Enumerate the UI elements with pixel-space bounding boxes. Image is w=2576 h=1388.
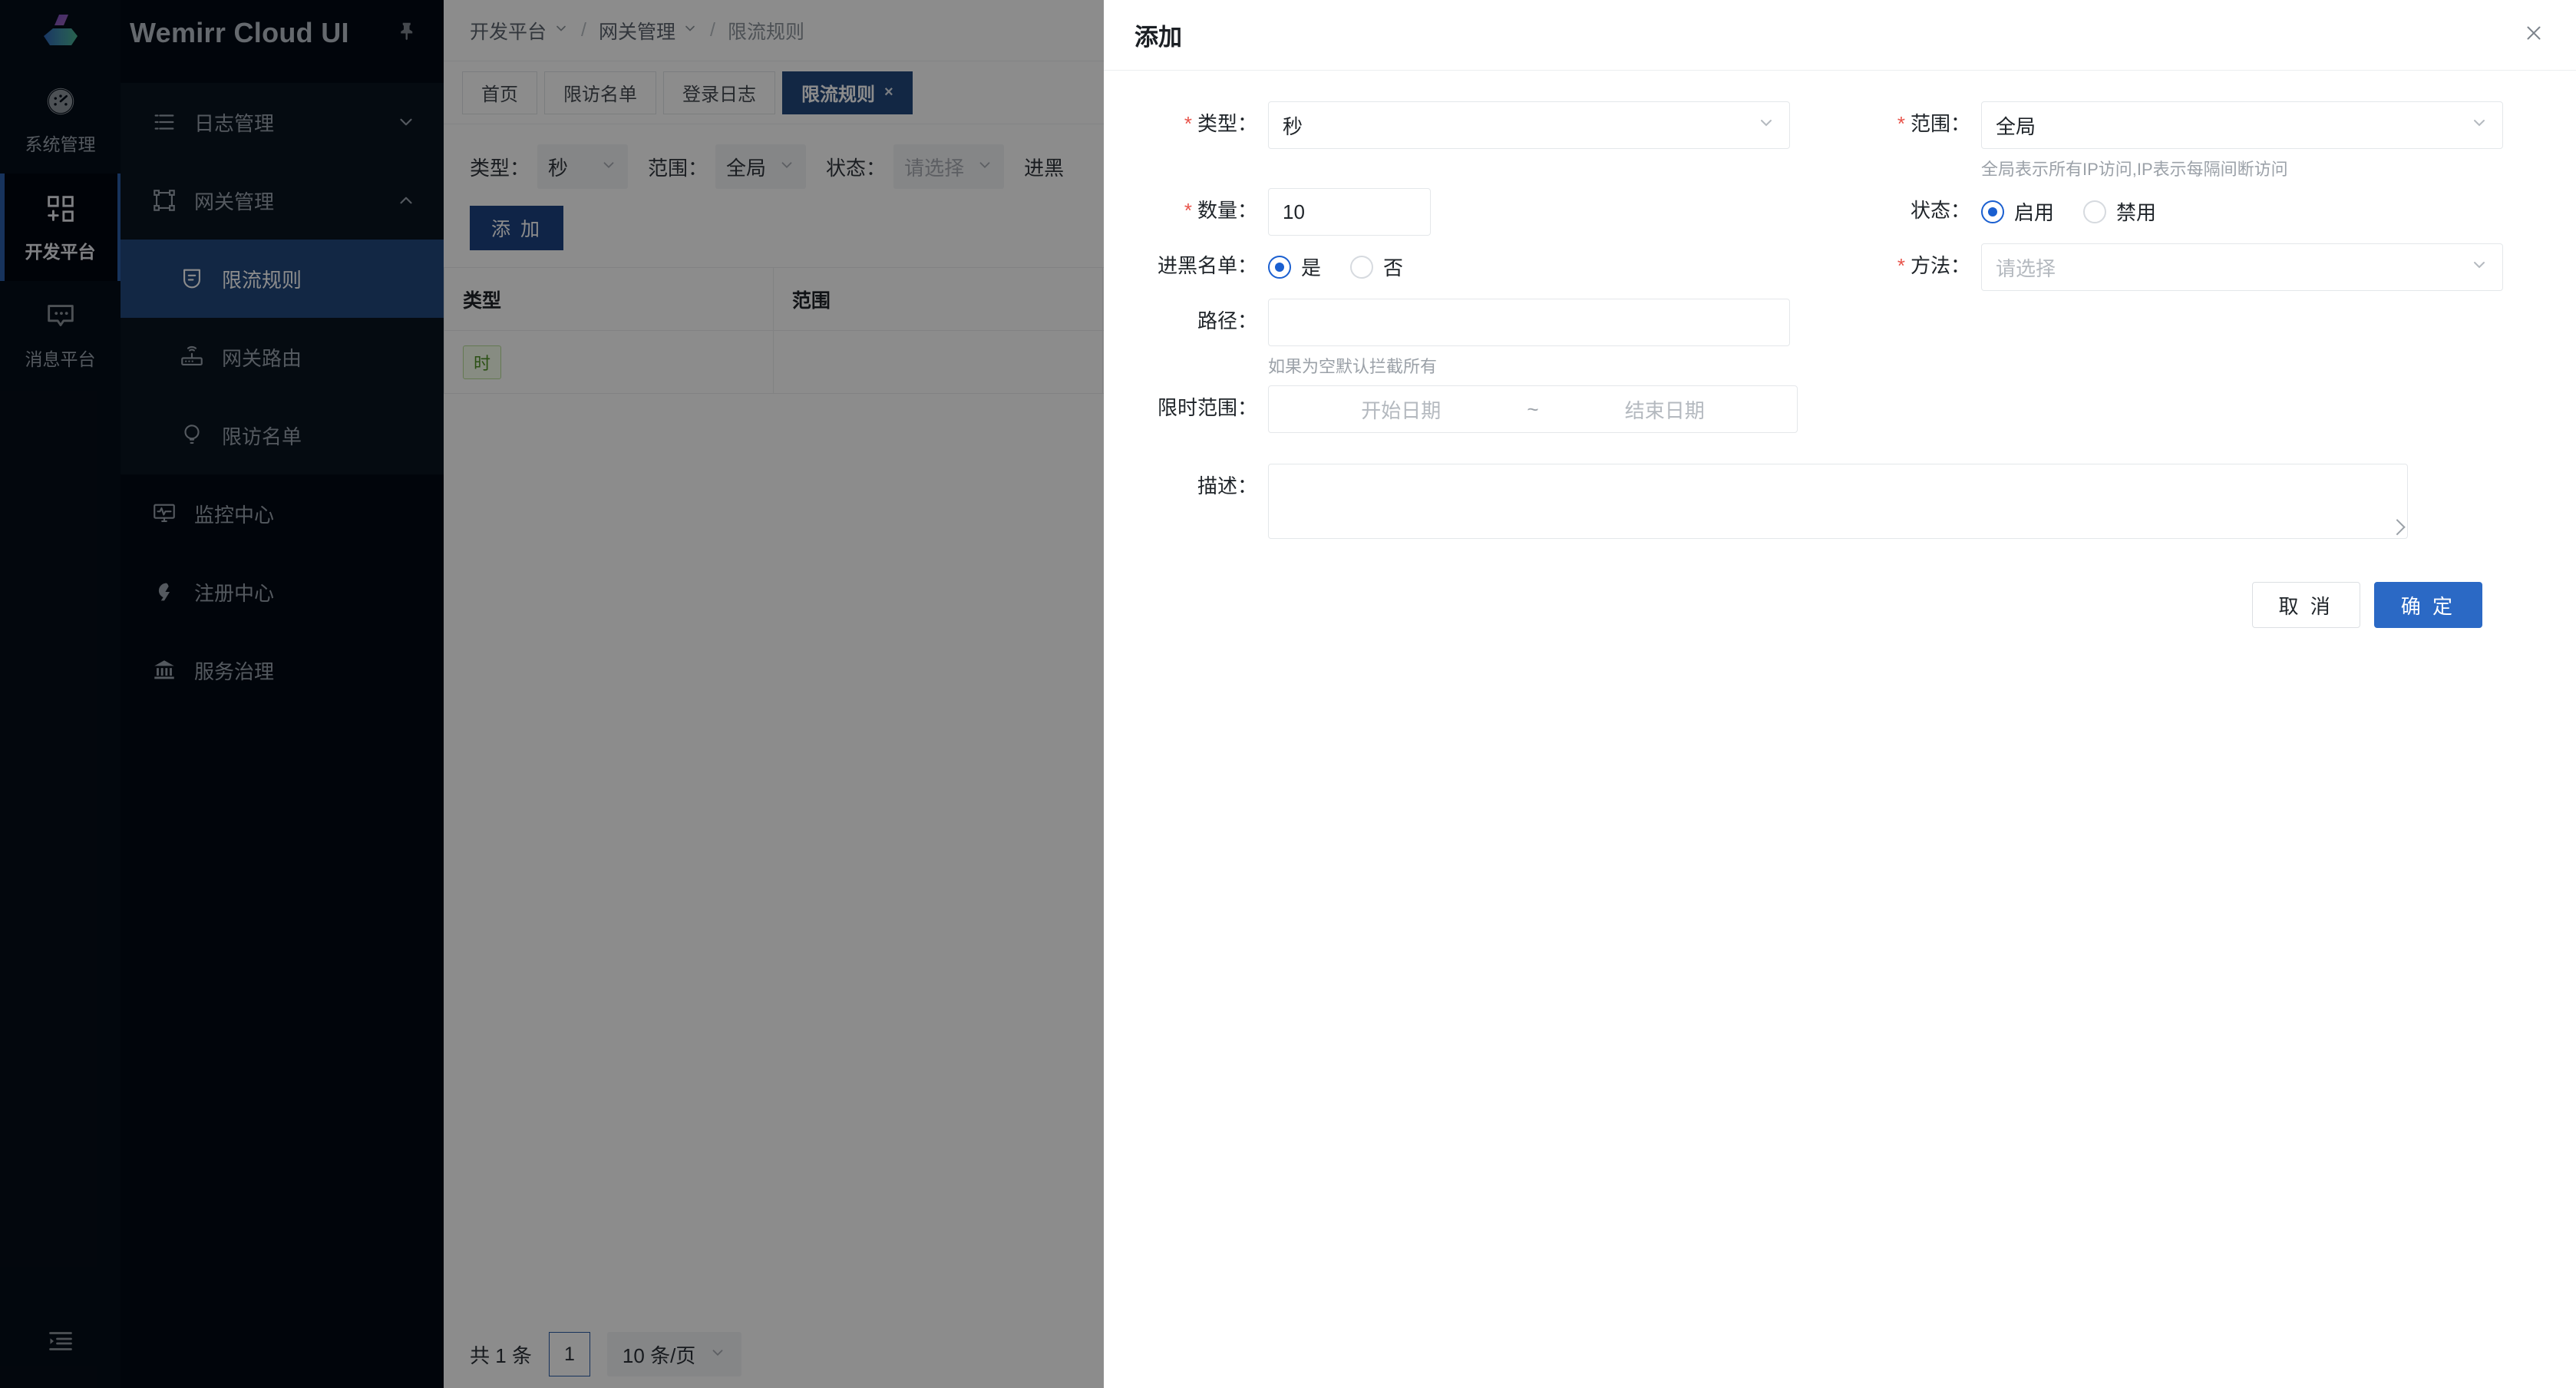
form-item-spacer	[1817, 299, 2530, 378]
form-item-method: 方法： 请选择	[1817, 243, 2530, 291]
type-select-value: 秒	[1283, 111, 1303, 140]
form-label-description: 描述：	[1104, 464, 1257, 539]
confirm-button[interactable]: 确 定	[2374, 582, 2482, 628]
close-button[interactable]	[2515, 14, 2553, 56]
form-label-blacklist: 进黑名单：	[1104, 243, 1257, 291]
dialog-footer: 取 消 确 定	[1104, 547, 2530, 628]
chevron-down-icon	[1757, 114, 1775, 137]
blacklist-radio-group: 是 否	[1268, 243, 1817, 281]
chevron-down-icon	[2470, 256, 2488, 279]
count-input[interactable]: 10	[1268, 188, 1431, 236]
form-item-path: 路径： 如果为空默认拦截所有	[1104, 299, 1817, 378]
description-textarea[interactable]	[1268, 464, 2408, 539]
dialog-body: 类型： 秒 范围： 全局	[1104, 71, 2576, 1388]
radio-dot-icon	[2083, 200, 2106, 223]
form-label-time-range: 限时范围：	[1104, 385, 1257, 433]
form-label-path: 路径：	[1104, 299, 1257, 378]
cancel-button[interactable]: 取 消	[2252, 582, 2360, 628]
form-item-time-range: 限时范围： 开始日期 ~ 结束日期	[1104, 385, 1817, 433]
blacklist-radio-yes[interactable]: 是	[1268, 253, 1321, 281]
form-label-status: 状态：	[1817, 188, 1970, 236]
dialog-title: 添加	[1134, 18, 2515, 52]
method-select[interactable]: 请选择	[1981, 243, 2503, 291]
scope-select[interactable]: 全局	[1981, 101, 2503, 149]
status-radio-enabled-label: 启用	[2014, 197, 2054, 226]
end-date-placeholder[interactable]: 结束日期	[1547, 395, 1783, 424]
form-item-blacklist: 进黑名单： 是 否	[1104, 243, 1817, 291]
date-range-separator: ~	[1519, 398, 1546, 421]
form-item-description: 描述：	[1104, 464, 2530, 539]
form-label-count: 数量：	[1104, 188, 1257, 236]
status-radio-group: 启用 禁用	[1981, 188, 2530, 226]
form-item-type: 类型： 秒	[1104, 101, 1817, 180]
form-item-status: 状态： 启用 禁用	[1817, 188, 2530, 236]
status-radio-enabled[interactable]: 启用	[1981, 197, 2054, 226]
status-radio-disabled-label: 禁用	[2116, 197, 2156, 226]
add-rule-dialog: 添加 类型： 秒	[1104, 0, 2576, 1388]
blacklist-radio-no[interactable]: 否	[1350, 253, 1403, 281]
rule-form: 类型： 秒 范围： 全局	[1104, 101, 2530, 547]
method-select-placeholder: 请选择	[1996, 253, 2056, 282]
form-item-count: 数量： 10	[1104, 188, 1817, 236]
status-radio-disabled[interactable]: 禁用	[2083, 197, 2156, 226]
dialog-header: 添加	[1104, 0, 2576, 71]
type-select[interactable]: 秒	[1268, 101, 1790, 149]
blacklist-radio-no-label: 否	[1383, 253, 1403, 281]
form-item-spacer-2	[1817, 385, 2530, 433]
form-label-scope: 范围：	[1817, 101, 1970, 180]
count-input-value: 10	[1283, 200, 1305, 224]
form-item-scope: 范围： 全局 全局表示所有IP访问,IP表示每隔间断访问	[1817, 101, 2530, 180]
scope-select-value: 全局	[1996, 111, 2036, 140]
time-range-picker[interactable]: 开始日期 ~ 结束日期	[1268, 385, 1798, 433]
radio-dot-icon	[1350, 256, 1373, 279]
path-input[interactable]	[1268, 299, 1790, 346]
scope-hint: 全局表示所有IP访问,IP表示每隔间断访问	[1981, 156, 2530, 180]
radio-dot-icon	[1981, 200, 2004, 223]
start-date-placeholder[interactable]: 开始日期	[1283, 395, 1519, 424]
close-icon	[2522, 21, 2545, 48]
radio-dot-icon	[1268, 256, 1291, 279]
form-label-type: 类型：	[1104, 101, 1257, 180]
path-hint: 如果为空默认拦截所有	[1268, 353, 1817, 378]
chevron-down-icon	[2470, 114, 2488, 137]
blacklist-radio-yes-label: 是	[1301, 253, 1321, 281]
form-label-method: 方法：	[1817, 243, 1970, 291]
